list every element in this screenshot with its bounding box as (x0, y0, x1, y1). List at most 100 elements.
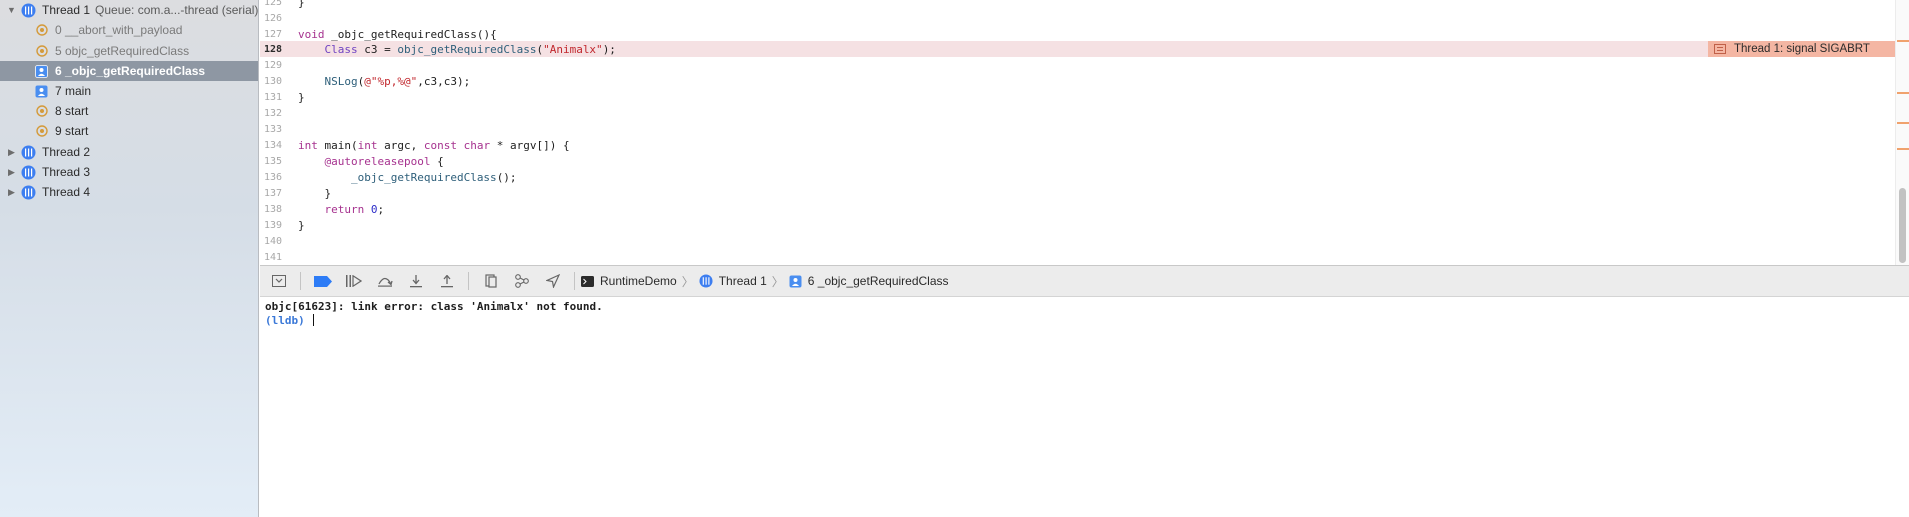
code-line: 135 @autoreleasepool { (260, 153, 1909, 169)
error-annotation-badge[interactable]: Thread 1: signal SIGABRT (1708, 41, 1909, 57)
issue-marker (1897, 122, 1909, 124)
breadcrumb-thread[interactable]: Thread 1 (699, 274, 767, 288)
breadcrumb-chevron-icon: 〉 (681, 274, 694, 289)
debug-console[interactable]: objc[61623]: link error: class 'Animalx'… (260, 298, 1909, 517)
stack-frame-row-selected[interactable]: 6 _objc_getRequiredClass (0, 61, 258, 81)
breadcrumb-label: 6 _objc_getRequiredClass (807, 274, 949, 288)
system-frame-icon (35, 45, 48, 58)
stack-frame-row[interactable]: 8 start (0, 101, 258, 121)
thread-row-thread-4[interactable]: ▶ Thread 4 (0, 182, 258, 202)
line-number: 138 (263, 203, 282, 215)
thread-row-thread-2[interactable]: ▶ Thread 2 (0, 142, 258, 162)
stack-frame-label: 0 __abort_with_payload (55, 23, 183, 37)
line-number: 125 (263, 0, 282, 8)
continue-icon[interactable] (338, 265, 369, 297)
code-line: 133 (260, 121, 1909, 137)
line-number: 135 (263, 155, 282, 167)
terminal-icon (581, 275, 594, 287)
breakpoints-toggle-icon[interactable] (307, 265, 338, 297)
code-text: void _objc_getRequiredClass(){ (298, 27, 497, 41)
source-editor[interactable]: 125 } 126 127 void _objc_getRequiredClas… (260, 0, 1909, 265)
code-text: _objc_getRequiredClass(); (350, 170, 517, 184)
code-text: } (298, 90, 305, 104)
user-frame-icon (35, 85, 48, 98)
toolbar-divider (468, 272, 469, 290)
debug-navigator: ▼ Thread 1 Queue: com.a...-thread (seria… (0, 0, 259, 517)
line-number: 136 (263, 171, 282, 183)
thread-icon (21, 165, 36, 180)
disclosure-closed-icon[interactable]: ▶ (6, 187, 17, 198)
system-frame-icon (35, 125, 48, 138)
console-output-line: objc[61623]: link error: class 'Animalx'… (265, 300, 603, 313)
breadcrumb-label: Thread 1 (718, 274, 767, 288)
view-debugger-icon[interactable] (475, 265, 506, 297)
breadcrumb-label: RuntimeDemo (600, 274, 677, 288)
thread-label: Thread 2 (42, 145, 91, 159)
code-line: 137 } (260, 185, 1909, 201)
stack-frame-row[interactable]: 0 __abort_with_payload (0, 20, 258, 40)
thread-row-thread-1[interactable]: ▼ Thread 1 Queue: com.a...-thread (seria… (0, 0, 259, 20)
code-text: return 0; (324, 202, 385, 216)
editor-scrollbar[interactable] (1895, 0, 1909, 265)
code-line: 139 } (260, 217, 1909, 233)
thread-queue-label: Queue: com.a...-thread (serial) (95, 3, 259, 17)
thread-icon (699, 274, 713, 288)
line-number: 137 (263, 187, 282, 199)
lldb-prompt: (lldb) (265, 314, 305, 327)
memory-graph-icon[interactable] (506, 265, 537, 297)
code-line: 138 return 0; (260, 201, 1909, 217)
code-line: 132 (260, 105, 1909, 121)
code-text: @autoreleasepool { (324, 154, 444, 168)
toolbar-divider (574, 272, 575, 290)
code-line: 141 (260, 249, 1909, 265)
thread-label: Thread 1 (42, 3, 91, 17)
line-number: 141 (263, 251, 282, 263)
thread-icon (21, 185, 36, 200)
code-line: 130 NSLog(@"%p,%@",c3,c3); (260, 73, 1909, 89)
toolbar-divider (300, 272, 301, 290)
thread-icon (21, 145, 36, 160)
line-number: 131 (263, 91, 282, 103)
line-number: 127 (263, 28, 282, 40)
code-line: 136 _objc_getRequiredClass(); (260, 169, 1909, 185)
code-line: 126 (260, 10, 1909, 26)
line-number: 140 (263, 235, 282, 247)
code-text: NSLog(@"%p,%@",c3,c3); (324, 74, 471, 88)
code-line: 140 (260, 233, 1909, 249)
thread-icon (21, 3, 36, 18)
text-cursor (313, 314, 315, 326)
stack-frame-row[interactable]: 5 objc_getRequiredClass (0, 41, 258, 61)
line-number: 129 (263, 59, 282, 71)
simulate-location-icon[interactable] (537, 265, 568, 297)
step-over-icon[interactable] (369, 265, 400, 297)
breadcrumb-chevron-icon: 〉 (771, 274, 784, 289)
line-number-current: 128 (263, 43, 282, 55)
line-number: 130 (263, 75, 282, 87)
disclosure-closed-icon[interactable]: ▶ (6, 147, 17, 158)
code-text: Class c3 = objc_getRequiredClass("Animal… (324, 42, 616, 56)
thread-label: Thread 3 (42, 165, 91, 179)
step-out-icon[interactable] (431, 265, 462, 297)
hide-debug-area-icon[interactable] (263, 265, 294, 297)
system-frame-icon (35, 24, 48, 37)
stack-frame-label: 5 objc_getRequiredClass (55, 44, 190, 58)
line-number: 126 (263, 12, 282, 24)
line-number: 139 (263, 219, 282, 231)
step-into-icon[interactable] (400, 265, 431, 297)
stack-frame-row[interactable]: 7 main (0, 81, 258, 101)
issue-marker (1897, 92, 1909, 94)
code-text: } (298, 186, 332, 200)
scrollbar-thumb[interactable] (1899, 188, 1906, 263)
breadcrumb-frame[interactable]: 6 _objc_getRequiredClass (789, 274, 949, 288)
stack-frame-row[interactable]: 9 start (0, 121, 258, 141)
stack-frame-label: 9 start (55, 124, 89, 138)
stack-frame-label: 7 main (55, 84, 92, 98)
breadcrumb-process[interactable]: RuntimeDemo (581, 274, 677, 288)
user-frame-icon (35, 64, 48, 78)
thread-row-thread-3[interactable]: ▶ Thread 3 (0, 162, 258, 182)
code-line: 134 int main(int argc, const char * argv… (260, 137, 1909, 153)
disclosure-open-icon[interactable]: ▼ (6, 5, 17, 16)
code-text: } (298, 218, 305, 232)
console-input-line[interactable]: (lldb) (265, 314, 1904, 328)
disclosure-closed-icon[interactable]: ▶ (6, 167, 17, 178)
